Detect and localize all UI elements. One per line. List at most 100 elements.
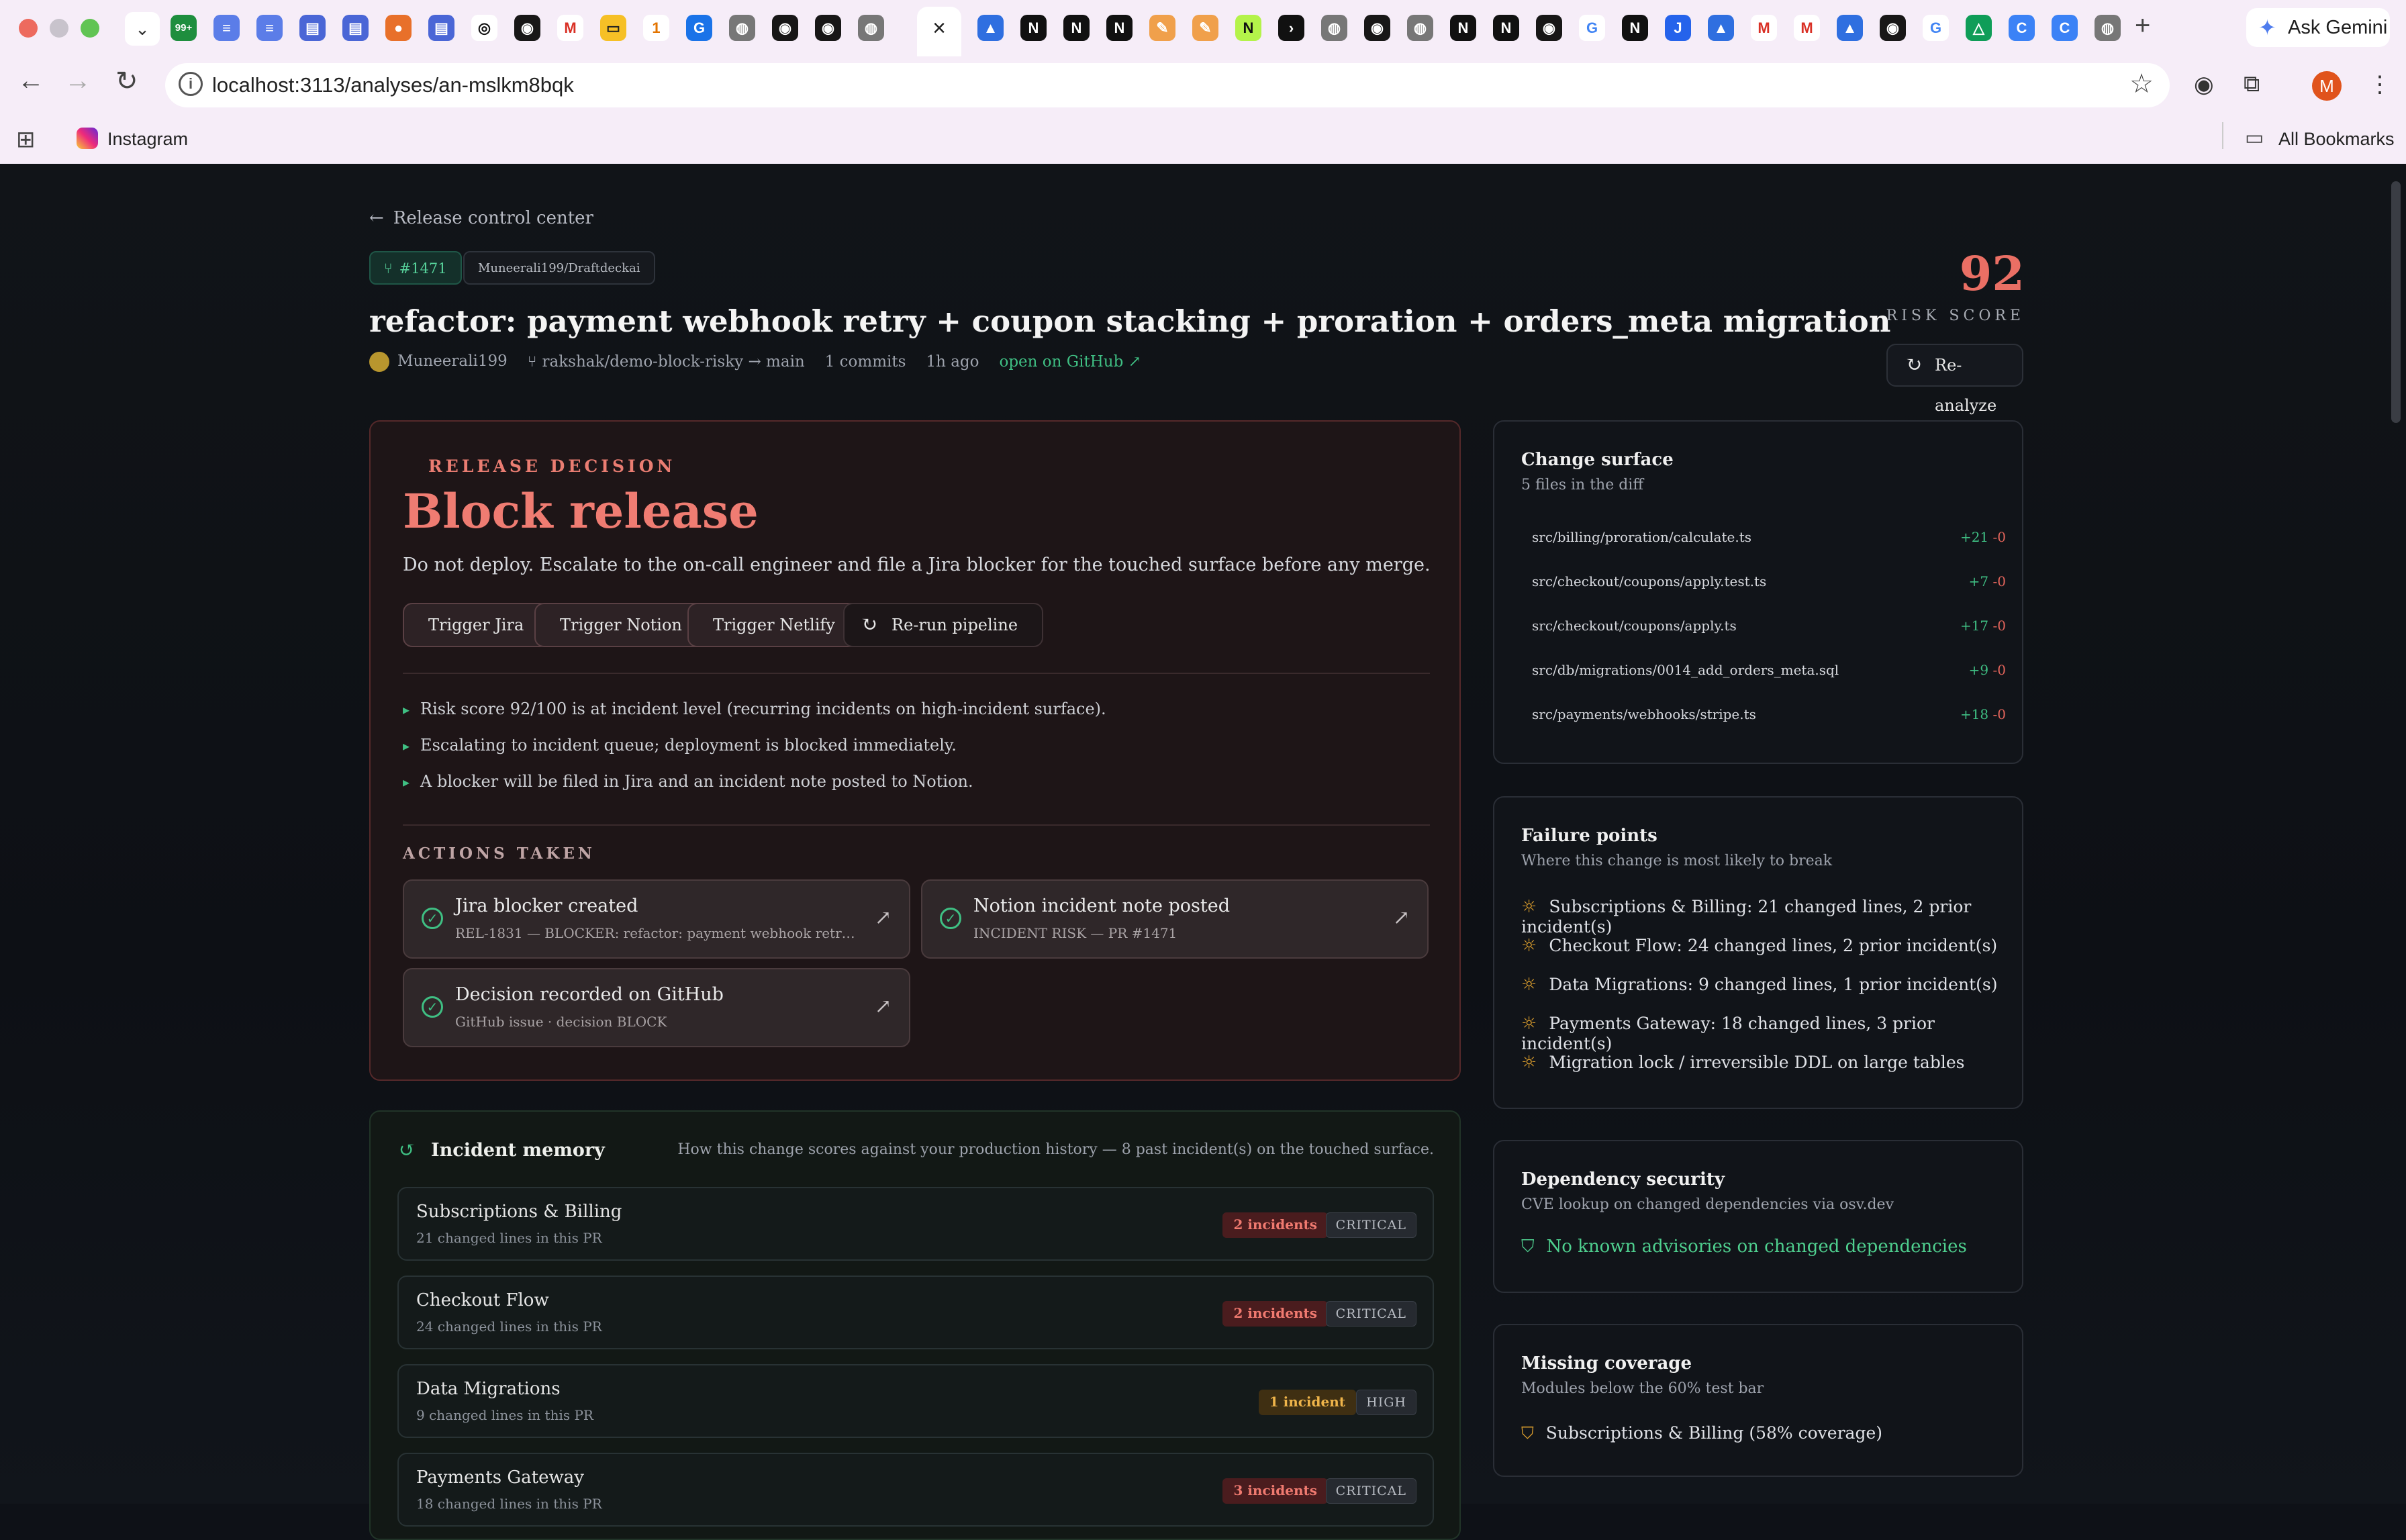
external-link-icon[interactable]: ↗ bbox=[875, 906, 892, 930]
tab-favicon[interactable]: ▲ bbox=[977, 15, 1004, 41]
page-scrollbar[interactable] bbox=[2391, 181, 2401, 423]
puzzle-icon[interactable]: ⧉ bbox=[2244, 71, 2260, 97]
tab-favicon[interactable]: ◎ bbox=[471, 15, 497, 41]
more-menu-icon[interactable]: ⋮ bbox=[2368, 71, 2391, 98]
github-icon[interactable]: ◉ bbox=[514, 15, 540, 41]
notion-icon[interactable]: N bbox=[1622, 15, 1648, 41]
re-analyze-button[interactable]: ↻ Re-analyze bbox=[1886, 344, 2023, 415]
tab-favicon[interactable]: J bbox=[1665, 15, 1691, 41]
tab-favicon[interactable]: ✎ bbox=[1149, 15, 1175, 41]
url-text[interactable]: localhost:3113/analyses/an-mslkm8bqk bbox=[212, 63, 574, 107]
minimize-window-button[interactable] bbox=[50, 19, 68, 38]
failure-point: ☼ Data Migrations: 9 changed lines, 1 pri… bbox=[1521, 975, 1998, 995]
tab-favicon[interactable]: ● bbox=[385, 15, 412, 41]
card-subtitle: Where this change is most likely to brea… bbox=[1521, 853, 1833, 869]
file-path[interactable]: src/checkout/coupons/apply.test.ts bbox=[1532, 573, 1766, 589]
tab-favicon[interactable]: ▲ bbox=[1708, 15, 1734, 41]
file-path[interactable]: src/db/migrations/0014_add_orders_meta.s… bbox=[1532, 662, 1839, 678]
back-link[interactable]: ← Release control center bbox=[369, 208, 593, 228]
close-icon[interactable]: × bbox=[932, 15, 946, 41]
reload-icon[interactable]: ↻ bbox=[115, 66, 138, 97]
github-icon[interactable]: ◉ bbox=[815, 15, 841, 41]
re-run-pipeline-button[interactable]: ↻ Re-run pipeline bbox=[843, 603, 1044, 647]
table-row[interactable]: Checkout Flow 24 changed lines in this P… bbox=[397, 1276, 1434, 1349]
extension-icon[interactable]: ◉ bbox=[2194, 71, 2214, 98]
tab-favicon[interactable]: ▤ bbox=[428, 15, 454, 41]
github-icon[interactable]: ◉ bbox=[1364, 15, 1390, 41]
tab-favicon[interactable]: N bbox=[1235, 15, 1261, 41]
github-icon[interactable]: ◉ bbox=[1536, 15, 1562, 41]
ask-gemini-button[interactable]: ✦ Ask Gemini bbox=[2246, 8, 2390, 47]
all-bookmarks-link[interactable]: All Bookmarks bbox=[2278, 129, 2395, 150]
action-github-card[interactable]: ✓ Decision recorded on GitHub GitHub iss… bbox=[403, 968, 910, 1047]
address-bar[interactable]: i localhost:3113/analyses/an-mslkm8bqk ☆ bbox=[165, 63, 2170, 107]
globe-icon[interactable]: ◍ bbox=[729, 15, 755, 41]
trigger-jira-button[interactable]: Trigger Jira bbox=[403, 603, 550, 647]
notion-icon[interactable]: N bbox=[1020, 15, 1047, 41]
tab-favicon[interactable]: ▭ bbox=[600, 15, 626, 41]
gmail-icon[interactable]: M bbox=[557, 15, 583, 41]
tab-favicon[interactable]: ≡ bbox=[256, 15, 283, 41]
external-link-icon[interactable]: ↗ bbox=[875, 995, 892, 1018]
google-icon[interactable]: G bbox=[1579, 15, 1605, 41]
active-tab[interactable]: × bbox=[917, 7, 961, 56]
google-icon[interactable]: G bbox=[1923, 15, 1949, 41]
instagram-icon[interactable] bbox=[77, 128, 98, 149]
profile-avatar[interactable]: M bbox=[2312, 71, 2342, 101]
action-jira-card[interactable]: ✓ Jira blocker created REL-1831 — BLOCKE… bbox=[403, 879, 910, 959]
globe-icon[interactable]: ◍ bbox=[2095, 15, 2121, 41]
tab-favicon[interactable]: 99+ bbox=[171, 15, 197, 41]
notion-icon[interactable]: N bbox=[1493, 15, 1519, 41]
notion-icon[interactable]: N bbox=[1106, 15, 1133, 41]
bookmark-instagram[interactable]: Instagram bbox=[107, 129, 188, 150]
notion-icon[interactable]: N bbox=[1063, 15, 1090, 41]
github-icon[interactable]: ◉ bbox=[772, 15, 798, 41]
tab-favicon[interactable]: ▤ bbox=[299, 15, 326, 41]
incident-count-badge: 1 incident bbox=[1258, 1390, 1356, 1415]
trigger-notion-button[interactable]: Trigger Notion bbox=[534, 603, 708, 647]
globe-icon[interactable]: ◍ bbox=[858, 15, 884, 41]
back-arrow-icon[interactable]: ← bbox=[17, 66, 44, 96]
tab-favicon[interactable]: ✎ bbox=[1192, 15, 1218, 41]
external-link-icon[interactable]: ↗ bbox=[1393, 906, 1410, 930]
tab-favicon[interactable]: 1 bbox=[643, 15, 669, 41]
site-info-icon[interactable]: i bbox=[179, 72, 203, 96]
incident-memory-title: Incident memory bbox=[431, 1140, 605, 1161]
pr-number-chip[interactable]: ⑂ #1471 bbox=[369, 251, 462, 285]
release-decision-card: RELEASE DECISION Block release Do not de… bbox=[369, 420, 1461, 1081]
tab-favicon[interactable]: C bbox=[2052, 15, 2078, 41]
open-github-link[interactable]: open on GitHub ↗ bbox=[999, 353, 1141, 371]
trigger-netlify-button[interactable]: Trigger Netlify bbox=[687, 603, 861, 647]
table-row[interactable]: Payments Gateway 18 changed lines in thi… bbox=[397, 1453, 1434, 1527]
tab-favicon[interactable]: ▲ bbox=[1837, 15, 1863, 41]
apps-grid-icon[interactable]: ⊞ bbox=[16, 126, 36, 153]
gmail-icon[interactable]: M bbox=[1794, 15, 1820, 41]
file-path[interactable]: src/payments/webhooks/stripe.ts bbox=[1532, 706, 1756, 722]
forward-arrow-icon[interactable]: → bbox=[64, 66, 91, 96]
tab-favicon[interactable]: G bbox=[686, 15, 712, 41]
file-path[interactable]: src/billing/proration/calculate.ts bbox=[1532, 529, 1751, 545]
close-window-button[interactable] bbox=[19, 19, 38, 38]
file-diff-stat: +21 -0 bbox=[1960, 529, 2006, 545]
tab-favicon[interactable]: ≡ bbox=[213, 15, 240, 41]
new-tab-button[interactable]: + bbox=[2135, 11, 2150, 41]
card-subtitle: CVE lookup on changed dependencies via o… bbox=[1521, 1196, 1894, 1213]
table-row[interactable]: Data Migrations 9 changed lines in this … bbox=[397, 1364, 1434, 1438]
tab-search-button[interactable]: ⌄ bbox=[125, 12, 160, 46]
notion-icon[interactable]: N bbox=[1450, 15, 1476, 41]
terminal-icon[interactable]: › bbox=[1278, 15, 1304, 41]
bookmark-star-icon[interactable]: ☆ bbox=[2129, 68, 2154, 99]
globe-icon[interactable]: ◍ bbox=[1321, 15, 1347, 41]
maximize-window-button[interactable] bbox=[81, 19, 99, 38]
table-row[interactable]: Subscriptions & Billing 21 changed lines… bbox=[397, 1187, 1434, 1261]
github-icon[interactable]: ◉ bbox=[1880, 15, 1906, 41]
repo-chip[interactable]: Muneerali199/Draftdeckai bbox=[463, 251, 655, 285]
file-path[interactable]: src/checkout/coupons/apply.ts bbox=[1532, 618, 1737, 634]
drive-icon[interactable]: △ bbox=[1966, 15, 1992, 41]
globe-icon[interactable]: ◍ bbox=[1407, 15, 1433, 41]
action-notion-card[interactable]: ✓ Notion incident note posted INCIDENT R… bbox=[921, 879, 1429, 959]
folder-icon[interactable]: ▭ bbox=[2245, 126, 2264, 150]
tab-favicon[interactable]: C bbox=[2009, 15, 2035, 41]
gmail-icon[interactable]: M bbox=[1751, 15, 1777, 41]
tab-favicon[interactable]: ▤ bbox=[342, 15, 369, 41]
